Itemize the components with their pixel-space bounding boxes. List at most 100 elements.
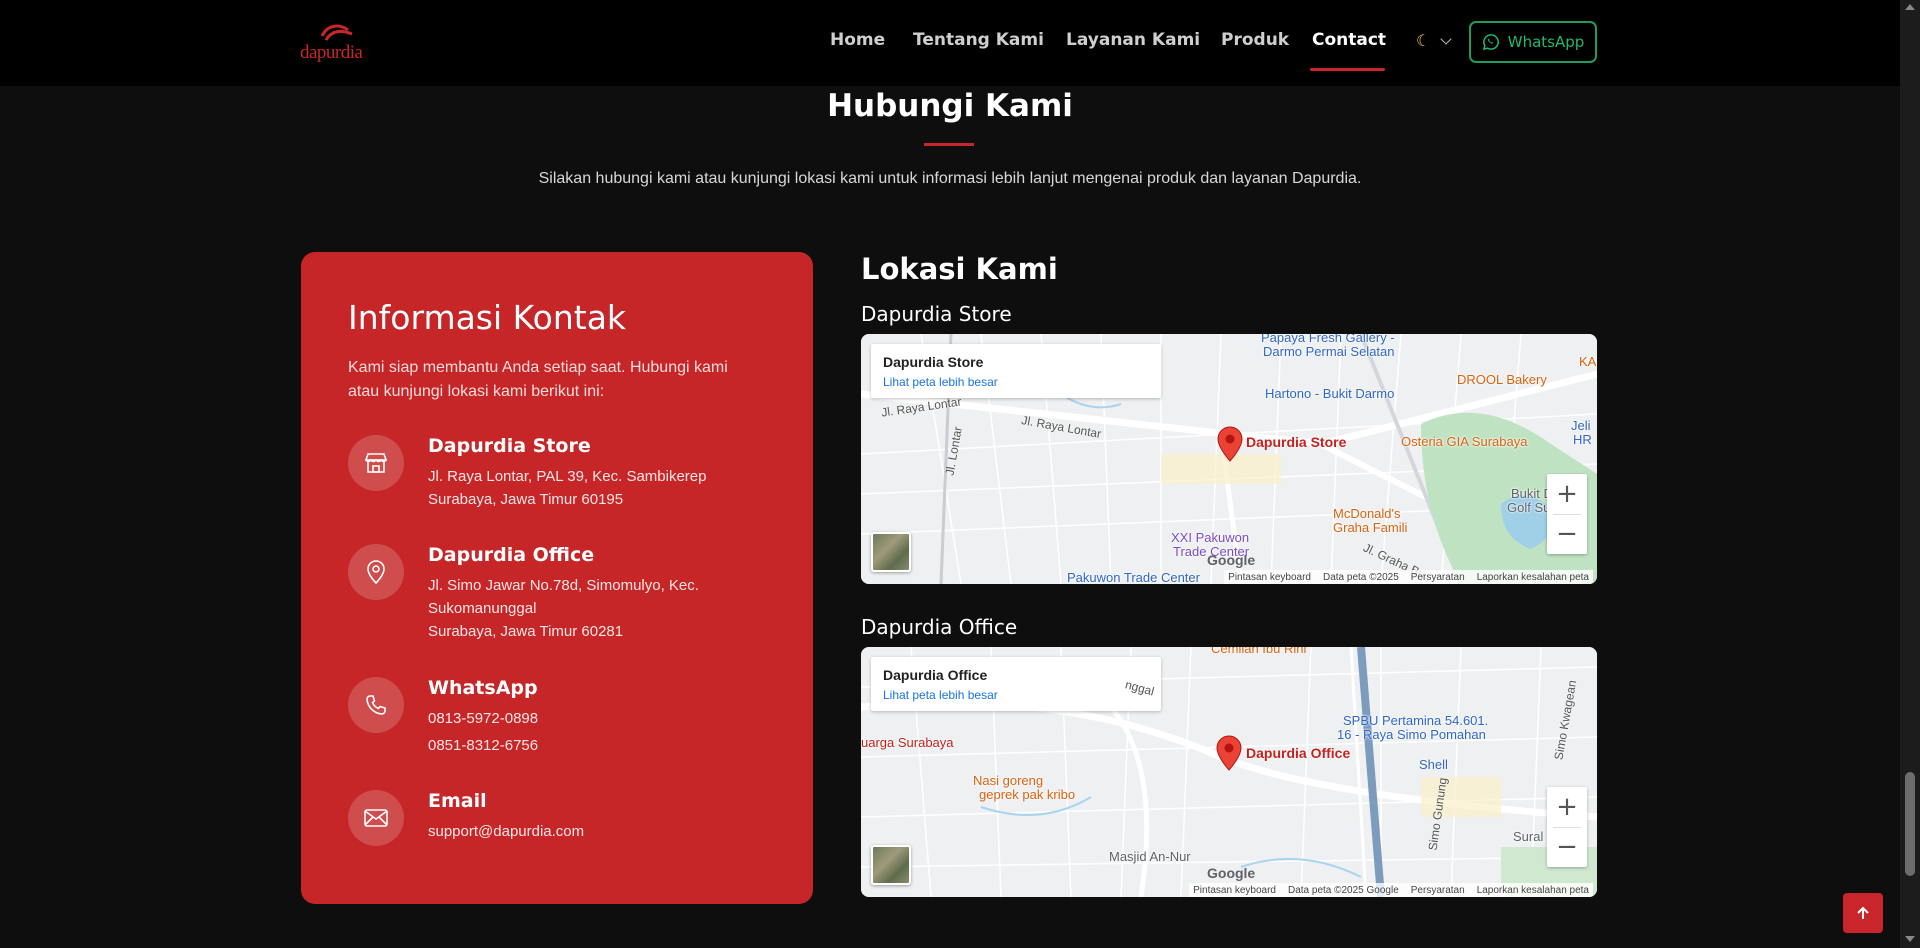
zoom-in-button[interactable]: + [1547, 787, 1587, 827]
map-pin-icon[interactable] [1216, 735, 1242, 771]
contact-item-line: Jl. Simo Jawar No.78d, Simomulyo, Kec. [428, 577, 699, 594]
map-poi: Graha Famili [1333, 520, 1408, 535]
map-poi: XXI Pakuwon [1171, 530, 1250, 545]
map-pin-icon[interactable] [1217, 426, 1243, 462]
whatsapp-number-1[interactable]: 0813-5972-0898 [428, 710, 538, 727]
map-poi: Osteria GIA Surabaya [1401, 434, 1528, 449]
view-larger-map-link[interactable]: Lihat peta lebih besar [883, 375, 998, 389]
title-divider [924, 143, 974, 146]
map-data-text: Data peta ©2025 [1323, 571, 1399, 583]
contact-item-title: WhatsApp [428, 677, 538, 699]
contact-item-line: Surabaya, Jawa Timur 60195 [428, 491, 624, 508]
logo[interactable]: dapurdia [300, 22, 375, 64]
scroll-down-arrow-icon[interactable] [1905, 936, 1915, 942]
map-poi: 16 - Raya Simo Pomahan [1337, 727, 1486, 742]
satellite-toggle[interactable] [871, 845, 911, 885]
map-poi: Sural [1513, 829, 1544, 844]
satellite-toggle[interactable] [871, 532, 911, 572]
map-label-store: Dapurdia Store [861, 302, 1012, 326]
map-office[interactable]: Dapurdia Office Lihat peta lebih besar D… [861, 647, 1597, 897]
contact-item-title: Email [428, 790, 487, 812]
google-logo: Google [1207, 552, 1256, 568]
report-error-link[interactable]: Laporkan kesalahan peta [1477, 572, 1589, 583]
envelope-icon [348, 790, 404, 846]
map-poi: McDonald's [1333, 506, 1401, 521]
moon-icon: ☾ [1416, 33, 1431, 50]
scrollbar[interactable] [1900, 0, 1920, 948]
keyboard-shortcuts-link[interactable]: Pintasan keyboard [1193, 885, 1276, 896]
whatsapp-button[interactable]: WhatsApp [1469, 21, 1597, 63]
map-poi: Masjid An-Nur [1109, 849, 1191, 864]
map-poi: Pakuwon Trade Center [1067, 570, 1200, 584]
locations-title: Lokasi Kami [861, 252, 1058, 286]
map-poi: DROOL Bakery [1457, 372, 1547, 387]
keyboard-shortcuts-link[interactable]: Pintasan keyboard [1228, 572, 1311, 583]
contact-item-line: Jl. Raya Lontar, PAL 39, Kec. Sambikerep [428, 468, 707, 485]
map-poi: HR [1573, 432, 1592, 447]
map-zoom-controls: + − [1547, 787, 1587, 867]
scroll-up-arrow-icon[interactable] [1905, 4, 1915, 10]
zoom-out-button[interactable]: − [1547, 827, 1587, 867]
chevron-down-icon [1440, 33, 1452, 45]
nav-layanan-kami[interactable]: Layanan Kami [1066, 30, 1200, 50]
contact-item-line: Sukomanunggal [428, 600, 537, 617]
map-pin-label: Dapurdia Office [1246, 745, 1351, 761]
contact-item-title: Dapurdia Office [428, 544, 595, 566]
contact-info-card: Informasi Kontak Kami siap membantu Anda… [301, 252, 813, 904]
map-poi: Cemilan Ibu Rini [1211, 647, 1307, 656]
contact-item-title: Dapurdia Store [428, 435, 591, 457]
map-info-box: Dapurdia Office Lihat peta lebih besar [871, 657, 1161, 711]
nav-tentang-kami[interactable]: Tentang Kami [913, 30, 1044, 50]
email-address[interactable]: support@dapurdia.com [428, 823, 584, 840]
map-pin-label: Dapurdia Store [1246, 434, 1347, 450]
view-larger-map-link[interactable]: Lihat peta lebih besar [883, 688, 998, 702]
map-poi: Darmo Permai Selatan [1263, 344, 1395, 359]
contact-card-description: Kami siap membantu Anda setiap saat. Hub… [348, 359, 728, 400]
map-attribution: Pintasan keyboard Data peta ©2025 Google… [1189, 883, 1593, 897]
zoom-in-button[interactable]: + [1547, 474, 1587, 514]
nav-produk[interactable]: Produk [1221, 30, 1289, 50]
phone-icon [348, 677, 404, 733]
map-info-box: Dapurdia Store Lihat peta lebih besar [871, 344, 1161, 398]
map-poi: geprek pak kribo [979, 787, 1076, 802]
scrollbar-thumb[interactable] [1905, 772, 1915, 876]
contact-card-title: Informasi Kontak [348, 298, 627, 337]
map-poi: KA [1579, 354, 1597, 369]
nav-contact[interactable]: Contact [1312, 30, 1386, 50]
terms-link[interactable]: Persyaratan [1411, 885, 1465, 896]
store-icon [348, 435, 404, 491]
map-poi: Nasi goreng [973, 773, 1044, 788]
logo-mark-icon [320, 24, 353, 41]
map-zoom-controls: + − [1547, 474, 1587, 554]
map-label-office: Dapurdia Office [861, 615, 1018, 639]
navbar: dapurdia Home Tentang Kami Layanan Kami … [0, 0, 1900, 86]
map-info-title: Dapurdia Store [883, 354, 984, 370]
map-poi: Shell [1419, 757, 1448, 772]
page-title: Hubungi Kami [827, 88, 1073, 124]
report-error-link[interactable]: Laporkan kesalahan peta [1477, 885, 1589, 896]
nav-active-underline [1310, 68, 1385, 71]
terms-link[interactable]: Persyaratan [1411, 572, 1465, 583]
contact-item-line: Surabaya, Jawa Timur 60281 [428, 623, 624, 640]
whatsapp-icon [1482, 34, 1499, 51]
map-poi: Jeli [1571, 418, 1591, 433]
zoom-out-button[interactable]: − [1547, 514, 1587, 554]
whatsapp-button-label: WhatsApp [1507, 33, 1585, 51]
map-info-title: Dapurdia Office [883, 667, 988, 683]
map-poi: SPBU Pertamina 54.601. [1343, 713, 1489, 728]
whatsapp-number-2[interactable]: 0851-8312-6756 [428, 737, 538, 754]
map-store[interactable]: Dapurdia Store Lihat peta lebih besar Da… [861, 334, 1597, 584]
logo-text: dapurdia [300, 42, 363, 63]
page: dapurdia Home Tentang Kami Layanan Kami … [0, 0, 1920, 948]
map-attribution: Pintasan keyboard Data peta ©2025 Persya… [1224, 570, 1593, 584]
arrow-up-icon [1857, 906, 1869, 919]
theme-toggle[interactable]: ☾ [1416, 30, 1456, 54]
map-poi: uarga Surabaya [861, 735, 954, 750]
scroll-to-top-button[interactable] [1843, 893, 1883, 933]
location-pin-icon [348, 544, 404, 600]
map-data-text: Data peta ©2025 Google [1287, 884, 1399, 896]
page-subtitle: Silakan hubungi kami atau kunjungi lokas… [538, 170, 1362, 187]
map-poi: Hartono - Bukit Darmo [1265, 386, 1395, 401]
google-logo: Google [1207, 865, 1256, 881]
nav-home[interactable]: Home [830, 30, 885, 50]
